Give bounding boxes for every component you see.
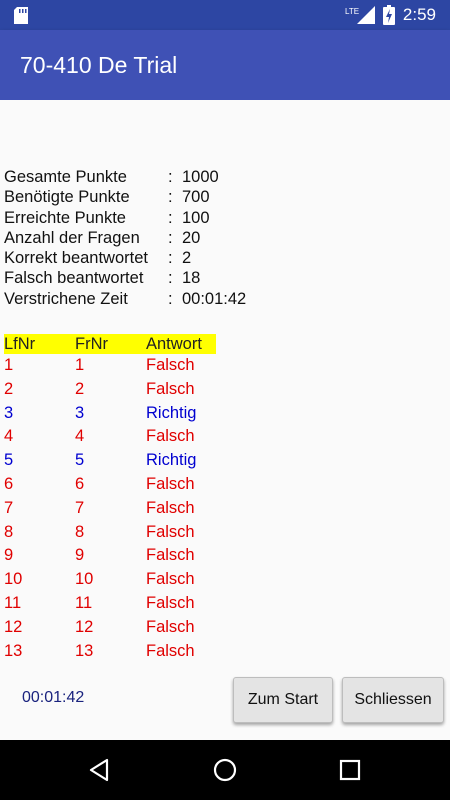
- table-row: 6 6 Falsch: [4, 473, 216, 497]
- row-answer: Falsch: [146, 617, 195, 636]
- row-lfnr: 3: [4, 403, 14, 422]
- row-lfnr: 13: [4, 641, 23, 660]
- stat-value: 2: [182, 249, 192, 268]
- stat-separator: :: [168, 188, 173, 207]
- status-bar: LTE 2:59: [0, 0, 450, 30]
- table-row: 3 3 Richtig: [4, 402, 216, 426]
- column-header-lfnr: LfNr: [4, 335, 36, 353]
- row-frnr: 2: [75, 379, 85, 398]
- row-lfnr: 8: [4, 522, 14, 541]
- stat-separator: :: [168, 208, 173, 227]
- row-lfnr: 1: [4, 356, 14, 374]
- row-answer: Falsch: [146, 641, 195, 660]
- signal-icon: LTE: [345, 6, 375, 24]
- row-lfnr: 12: [4, 617, 23, 636]
- network-type: LTE: [345, 7, 359, 16]
- stat-label: Benötigte Punkte: [4, 188, 130, 207]
- row-answer: Falsch: [146, 593, 195, 612]
- row-frnr: 5: [75, 451, 85, 470]
- table-row: 7 7 Falsch: [4, 497, 216, 521]
- row-frnr: 4: [75, 427, 85, 446]
- app-bar: 70-410 De Trial: [0, 30, 450, 100]
- row-frnr: 1: [75, 356, 85, 374]
- stat-value: 20: [182, 228, 201, 247]
- row-answer: Falsch: [146, 546, 195, 565]
- stat-label: Anzahl der Fragen: [4, 228, 140, 247]
- row-frnr: 9: [75, 546, 85, 565]
- stat-label: Korrekt beantwortet: [4, 249, 148, 268]
- stat-value: 18: [182, 269, 201, 288]
- table-row: 12 12 Falsch: [4, 616, 216, 640]
- row-frnr: 3: [75, 403, 85, 422]
- row-frnr: 11: [75, 593, 93, 612]
- row-answer: Falsch: [146, 570, 195, 589]
- back-icon[interactable]: [85, 755, 115, 785]
- table-row: 2 2 Falsch: [4, 378, 216, 402]
- stat-separator: :: [168, 269, 173, 288]
- status-time: 2:59: [402, 5, 436, 24]
- table-row: 9 9 Falsch: [4, 544, 216, 568]
- row-answer: Falsch: [146, 356, 195, 374]
- row-lfnr: 7: [4, 498, 14, 517]
- row-answer: Falsch: [146, 427, 195, 446]
- recents-icon[interactable]: [335, 755, 365, 785]
- row-answer: Falsch: [146, 379, 195, 398]
- navigation-bar: [0, 740, 450, 800]
- row-answer: Falsch: [146, 522, 195, 541]
- table-header: LfNr FrNr Antwort: [4, 334, 216, 354]
- row-lfnr: 6: [4, 474, 14, 493]
- row-frnr: 13: [75, 641, 94, 660]
- row-answer: Richtig: [146, 451, 197, 470]
- start-button[interactable]: Zum Start: [233, 677, 333, 723]
- row-answer: Richtig: [146, 403, 197, 422]
- results-table: LfNr FrNr Antwort 1 1 Falsch 2 2 Falsch 3 3 Rich…: [4, 334, 216, 663]
- app-title: 70-410 De Trial: [20, 52, 178, 78]
- table-row: 10 10 Falsch: [4, 568, 216, 592]
- stat-value: 700: [182, 188, 210, 207]
- table-row: 5 5 Richtig: [4, 449, 216, 473]
- table-body: 1 1 Falsch 2 2 Falsch 3 3 Richtig 4 4 Falsch 5 5 Richt…: [4, 354, 216, 663]
- result-screen: Gesamte Punkte : 1000 Benötigte Punkte :…: [0, 100, 450, 740]
- table-row: 1 1 Falsch: [4, 354, 216, 378]
- row-lfnr: 5: [4, 451, 14, 470]
- stat-separator: :: [168, 168, 173, 186]
- row-lfnr: 10: [4, 570, 23, 589]
- row-frnr: 8: [75, 522, 85, 541]
- row-lfnr: 11: [4, 593, 22, 612]
- column-header-frnr: FrNr: [75, 335, 108, 353]
- row-frnr: 7: [75, 498, 85, 517]
- table-row: 13 13 Falsch: [4, 640, 216, 664]
- elapsed-timer: 00:01:42: [22, 689, 85, 706]
- home-icon[interactable]: [210, 755, 240, 785]
- stat-label: Verstrichene Zeit: [4, 289, 128, 308]
- stat-separator: :: [168, 228, 173, 247]
- table-row: 4 4 Falsch: [4, 425, 216, 449]
- row-answer: Falsch: [146, 498, 195, 517]
- row-frnr: 10: [75, 570, 94, 589]
- row-frnr: 12: [75, 617, 94, 636]
- battery-charging-icon: [382, 5, 395, 25]
- row-lfnr: 9: [4, 546, 14, 565]
- stat-label: Falsch beantwortet: [4, 269, 144, 288]
- sd-card-icon: [14, 7, 28, 24]
- table-row: 11 11 Falsch: [4, 592, 216, 616]
- row-lfnr: 2: [4, 379, 14, 398]
- row-frnr: 6: [75, 474, 85, 493]
- stat-value: 1000: [182, 168, 219, 186]
- table-row: 8 8 Falsch: [4, 521, 216, 545]
- stat-value: 00:01:42: [182, 289, 247, 308]
- row-answer: Falsch: [146, 474, 195, 493]
- stat-separator: :: [168, 289, 173, 308]
- row-lfnr: 4: [4, 427, 14, 446]
- stat-label: Erreichte Punkte: [4, 208, 126, 227]
- stat-label: Gesamte Punkte: [4, 168, 127, 186]
- column-header-answer: Antwort: [146, 335, 202, 353]
- close-button[interactable]: Schliessen: [342, 677, 444, 723]
- stat-value: 100: [182, 208, 210, 227]
- stat-separator: :: [168, 249, 173, 268]
